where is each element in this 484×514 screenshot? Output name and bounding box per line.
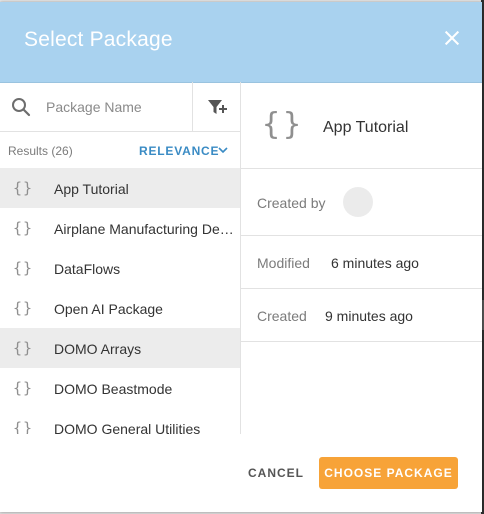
package-item-dataflows[interactable]: {} DataFlows <box>0 248 240 288</box>
dialog-title: Select Package <box>24 28 173 51</box>
package-item-app-tutorial[interactable]: {} App Tutorial <box>0 168 240 208</box>
filter-add-icon <box>208 100 227 114</box>
braces-icon: {} <box>13 299 34 317</box>
filter-button[interactable] <box>192 82 241 131</box>
package-item-label: DOMO Arrays <box>54 341 142 357</box>
dialog-header: Select Package <box>0 2 482 83</box>
braces-icon: {} <box>13 179 34 197</box>
modified-label: Modified <box>257 255 310 271</box>
select-package-dialog: Select Package Results (26) RELEVANCE <box>0 2 482 512</box>
package-list-panel: Results (26) RELEVANCE {} App Tutorial {… <box>0 82 241 434</box>
cancel-button[interactable]: CANCEL <box>248 466 304 480</box>
dialog-footer: CANCEL CHOOSE PACKAGE <box>0 434 482 512</box>
created-row: Created 9 minutes ago <box>241 289 482 342</box>
search-input[interactable] <box>46 95 184 119</box>
package-item-label: App Tutorial <box>54 181 129 197</box>
created-label: Created <box>257 308 307 324</box>
chevron-down-icon[interactable] <box>218 145 228 155</box>
results-count: Results (26) <box>8 144 73 158</box>
sort-dropdown[interactable]: RELEVANCE <box>139 144 219 158</box>
results-bar: Results (26) RELEVANCE <box>0 132 240 168</box>
package-item-domo-arrays[interactable]: {} DOMO Arrays <box>0 328 240 368</box>
package-item-airplane-manufacturing[interactable]: {} Airplane Manufacturing Demo <box>0 208 240 248</box>
package-item-open-ai[interactable]: {} Open AI Package <box>0 288 240 328</box>
braces-icon: {} <box>13 419 34 434</box>
package-item-label: Airplane Manufacturing Demo <box>54 221 234 237</box>
package-list: {} App Tutorial {} Airplane Manufacturin… <box>0 168 240 434</box>
braces-icon: {} <box>13 339 34 357</box>
avatar <box>343 187 373 217</box>
package-item-domo-general-utilities[interactable]: {} DOMO General Utilities <box>0 408 240 434</box>
package-item-label: DOMO General Utilities <box>54 421 201 434</box>
braces-icon: {} <box>13 379 34 397</box>
braces-icon: {} <box>13 259 34 277</box>
package-detail-panel: {} App Tutorial Created by Modified 6 mi… <box>241 82 482 434</box>
braces-icon: {} <box>262 107 305 142</box>
package-item-label: Open AI Package <box>54 301 163 317</box>
package-detail-name: App Tutorial <box>323 119 409 136</box>
created-by-label: Created by <box>257 195 326 211</box>
modified-row: Modified 6 minutes ago <box>241 236 482 289</box>
search-icon <box>12 98 31 117</box>
package-item-domo-beastmode[interactable]: {} DOMO Beastmode <box>0 368 240 408</box>
package-item-label: DataFlows <box>54 261 121 277</box>
package-item-label: DOMO Beastmode <box>54 381 173 397</box>
modified-value: 6 minutes ago <box>331 255 419 271</box>
braces-icon: {} <box>13 219 34 237</box>
search-bar <box>0 82 240 132</box>
close-icon[interactable] <box>438 24 466 52</box>
choose-package-button[interactable]: CHOOSE PACKAGE <box>319 457 458 489</box>
created-value: 9 minutes ago <box>325 308 413 324</box>
package-detail-header: {} App Tutorial <box>241 82 482 169</box>
